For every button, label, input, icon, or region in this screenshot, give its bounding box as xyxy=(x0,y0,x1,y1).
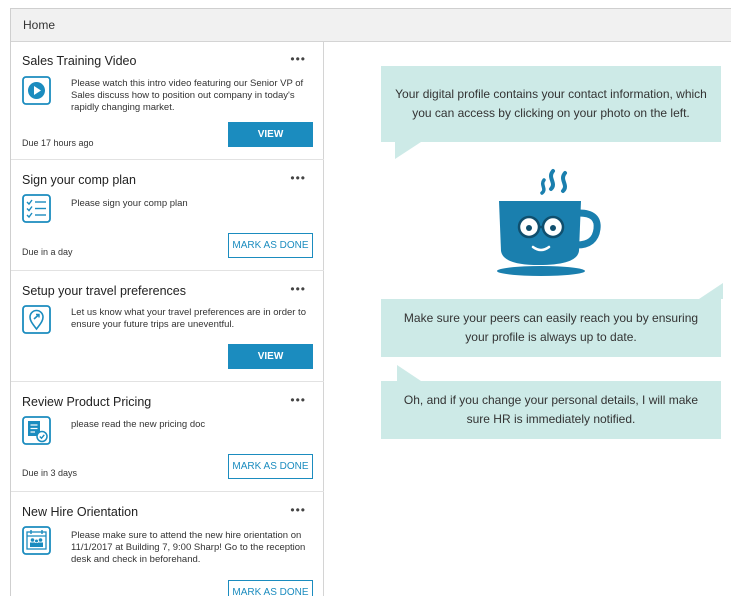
card-title: New Hire Orientation xyxy=(22,505,139,519)
top-bar: Home xyxy=(11,9,731,42)
calendar-people-icon xyxy=(22,526,51,555)
bubble-tail xyxy=(699,283,723,299)
assistant-message-text: Your digital profile contains your conta… xyxy=(395,87,707,120)
card-description: Let us know what your travel preferences… xyxy=(71,307,306,330)
card-due-date: Due 17 hours ago xyxy=(22,138,94,148)
bubble-tail xyxy=(395,142,421,159)
card-description: Please watch this intro video featuring … xyxy=(71,78,304,113)
more-options-icon[interactable]: ••• xyxy=(290,504,306,516)
mark-as-done-button[interactable]: MARK AS DONE xyxy=(228,454,313,479)
assistant-message-3: Oh, and if you change your personal deta… xyxy=(381,381,721,439)
task-card-product-pricing: Review Product Pricing ••• please read t… xyxy=(11,382,324,492)
assistant-message-text: Make sure your peers can easily reach yo… xyxy=(403,311,699,344)
view-button[interactable]: VIEW xyxy=(228,344,313,369)
task-card-new-hire-orientation: New Hire Orientation ••• Please make sur… xyxy=(11,492,324,596)
task-card-sales-training: Sales Training Video ••• Please watch th… xyxy=(11,42,324,160)
card-description: Please make sure to attend the new hire … xyxy=(71,530,306,565)
card-title: Review Product Pricing xyxy=(22,395,152,409)
more-options-icon[interactable]: ••• xyxy=(290,172,306,184)
task-card-travel-preferences: Setup your travel preferences ••• Let us… xyxy=(11,271,324,382)
bubble-tail xyxy=(397,365,421,381)
card-title: Sales Training Video xyxy=(22,54,137,68)
play-icon xyxy=(22,76,51,105)
mark-as-done-button[interactable]: MARK AS DONE xyxy=(228,580,313,596)
card-title: Sign your comp plan xyxy=(22,173,136,187)
assistant-message-1: Your digital profile contains your conta… xyxy=(381,66,721,142)
card-due-date: Due in 3 days xyxy=(22,468,78,478)
card-title: Setup your travel preferences xyxy=(22,284,186,298)
more-options-icon[interactable]: ••• xyxy=(290,53,306,65)
page-title: Home xyxy=(23,18,56,32)
more-options-icon[interactable]: ••• xyxy=(290,394,306,406)
assistant-message-2: Make sure your peers can easily reach yo… xyxy=(381,299,721,357)
coffee-cup-mascot-icon xyxy=(497,169,601,276)
mark-as-done-button[interactable]: MARK AS DONE xyxy=(228,233,313,258)
location-icon xyxy=(22,305,51,334)
card-description: please read the new pricing doc xyxy=(71,419,206,430)
app-window: Home Sales Training Video ••• Please wat… xyxy=(10,8,731,596)
task-card-comp-plan: Sign your comp plan ••• Please sign your… xyxy=(11,160,324,271)
assistant-message-text: Oh, and if you change your personal deta… xyxy=(403,393,699,426)
document-check-icon xyxy=(22,416,51,445)
task-list: Sales Training Video ••• Please watch th… xyxy=(11,42,324,596)
view-button[interactable]: VIEW xyxy=(228,122,313,147)
card-description: Please sign your comp plan xyxy=(71,198,188,209)
card-due-date: Due in a day xyxy=(22,247,73,257)
checklist-icon xyxy=(22,194,51,223)
more-options-icon[interactable]: ••• xyxy=(290,283,306,295)
